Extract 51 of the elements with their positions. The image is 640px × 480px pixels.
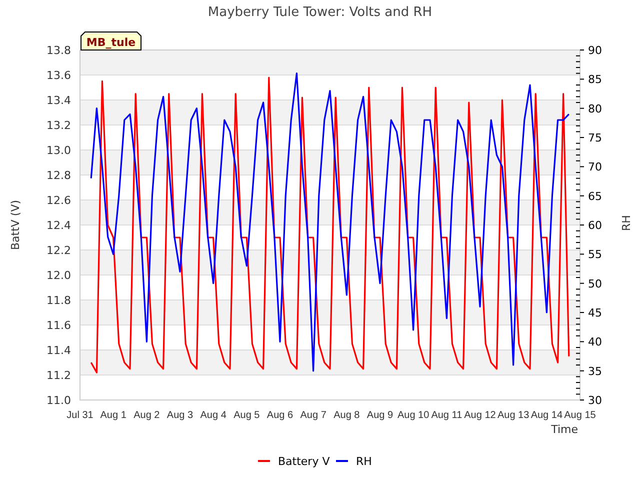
station-badge: MB_tule — [80, 32, 142, 50]
x-axis-tick-label: Aug 9 — [366, 410, 394, 421]
x-axis-tick-label: Aug 14 — [530, 410, 563, 421]
x-axis-tick-label: Aug 3 — [166, 410, 194, 421]
y2-axis-tick-label: 60 — [588, 219, 602, 232]
x-axis-tick-label: Aug 7 — [300, 410, 326, 421]
y-axis-tick-label: 12.6 — [46, 194, 71, 207]
y-axis-tick-label: 11.8 — [46, 294, 71, 307]
x-axis-tick-label: Aug 15 — [564, 410, 596, 421]
y2-axis-tick-label: 70 — [588, 160, 602, 174]
y-axis-tick-label: 13.8 — [46, 44, 71, 57]
y-axis-tick-label: 12.4 — [46, 219, 71, 232]
y-axis-tick-label: 13.0 — [46, 144, 71, 157]
x-axis-tick-label: Aug 12 — [464, 410, 496, 421]
x-axis-tick-label: Aug 5 — [234, 410, 260, 421]
x-axis-tick-label: Jul 31 — [66, 410, 94, 421]
x-axis-tick-label: Aug 10 — [397, 410, 430, 421]
y-axis-tick-label: 13.2 — [46, 119, 71, 132]
x-axis-tick-label: Aug 8 — [334, 410, 360, 421]
y2-axis-tick-label: 40 — [588, 336, 602, 349]
y2-axis-tick-label: 85 — [588, 73, 602, 86]
y-axis-tick-label: 11.2 — [46, 369, 71, 382]
y-axis-tick-label: 11.0 — [46, 394, 71, 407]
y2-axis-tick-label: 65 — [588, 190, 602, 203]
x-axis-label: Time — [551, 423, 578, 436]
y2-axis-tick-label: 30 — [588, 394, 602, 407]
y-axis-tick-label: 13.4 — [46, 94, 71, 107]
y-axis-tick-label: 11.4 — [46, 344, 71, 357]
x-axis-tick-label: Aug 4 — [200, 410, 226, 421]
y-axis-tick-label: 11.6 — [46, 319, 71, 332]
y2-axis-tick-label: 80 — [588, 102, 602, 116]
x-axis-tick-label: Aug 13 — [497, 410, 530, 421]
x-axis-tick-label: Aug 1 — [100, 410, 126, 421]
y-axis-tick-label: 12.0 — [46, 269, 71, 282]
y-axis-tick-label: 12.8 — [46, 169, 71, 182]
x-axis-tick-label: Aug 6 — [266, 410, 294, 421]
y2-axis-tick-label: 90 — [588, 44, 602, 57]
y2-axis-label: RH — [620, 215, 633, 231]
legend-label: RH — [356, 455, 372, 468]
y2-axis-tick-label: 35 — [588, 364, 602, 378]
legend-label: Battery V — [278, 455, 330, 468]
y2-axis-tick-label: 75 — [588, 132, 602, 144]
y-axis-tick-label: 12.2 — [46, 244, 71, 257]
y2-axis-tick-label: 45 — [588, 306, 602, 320]
chart-title: Mayberry Tule Tower: Volts and RH — [208, 5, 432, 20]
x-axis-tick-label: Aug 11 — [431, 410, 462, 421]
y-axis-tick-label: 13.6 — [46, 69, 71, 82]
y-axis-label: BattV (V) — [9, 200, 22, 250]
x-axis-tick-label: Aug 2 — [134, 410, 160, 421]
y2-axis-tick-label: 55 — [588, 248, 602, 262]
y2-axis-tick-label: 50 — [588, 277, 602, 290]
